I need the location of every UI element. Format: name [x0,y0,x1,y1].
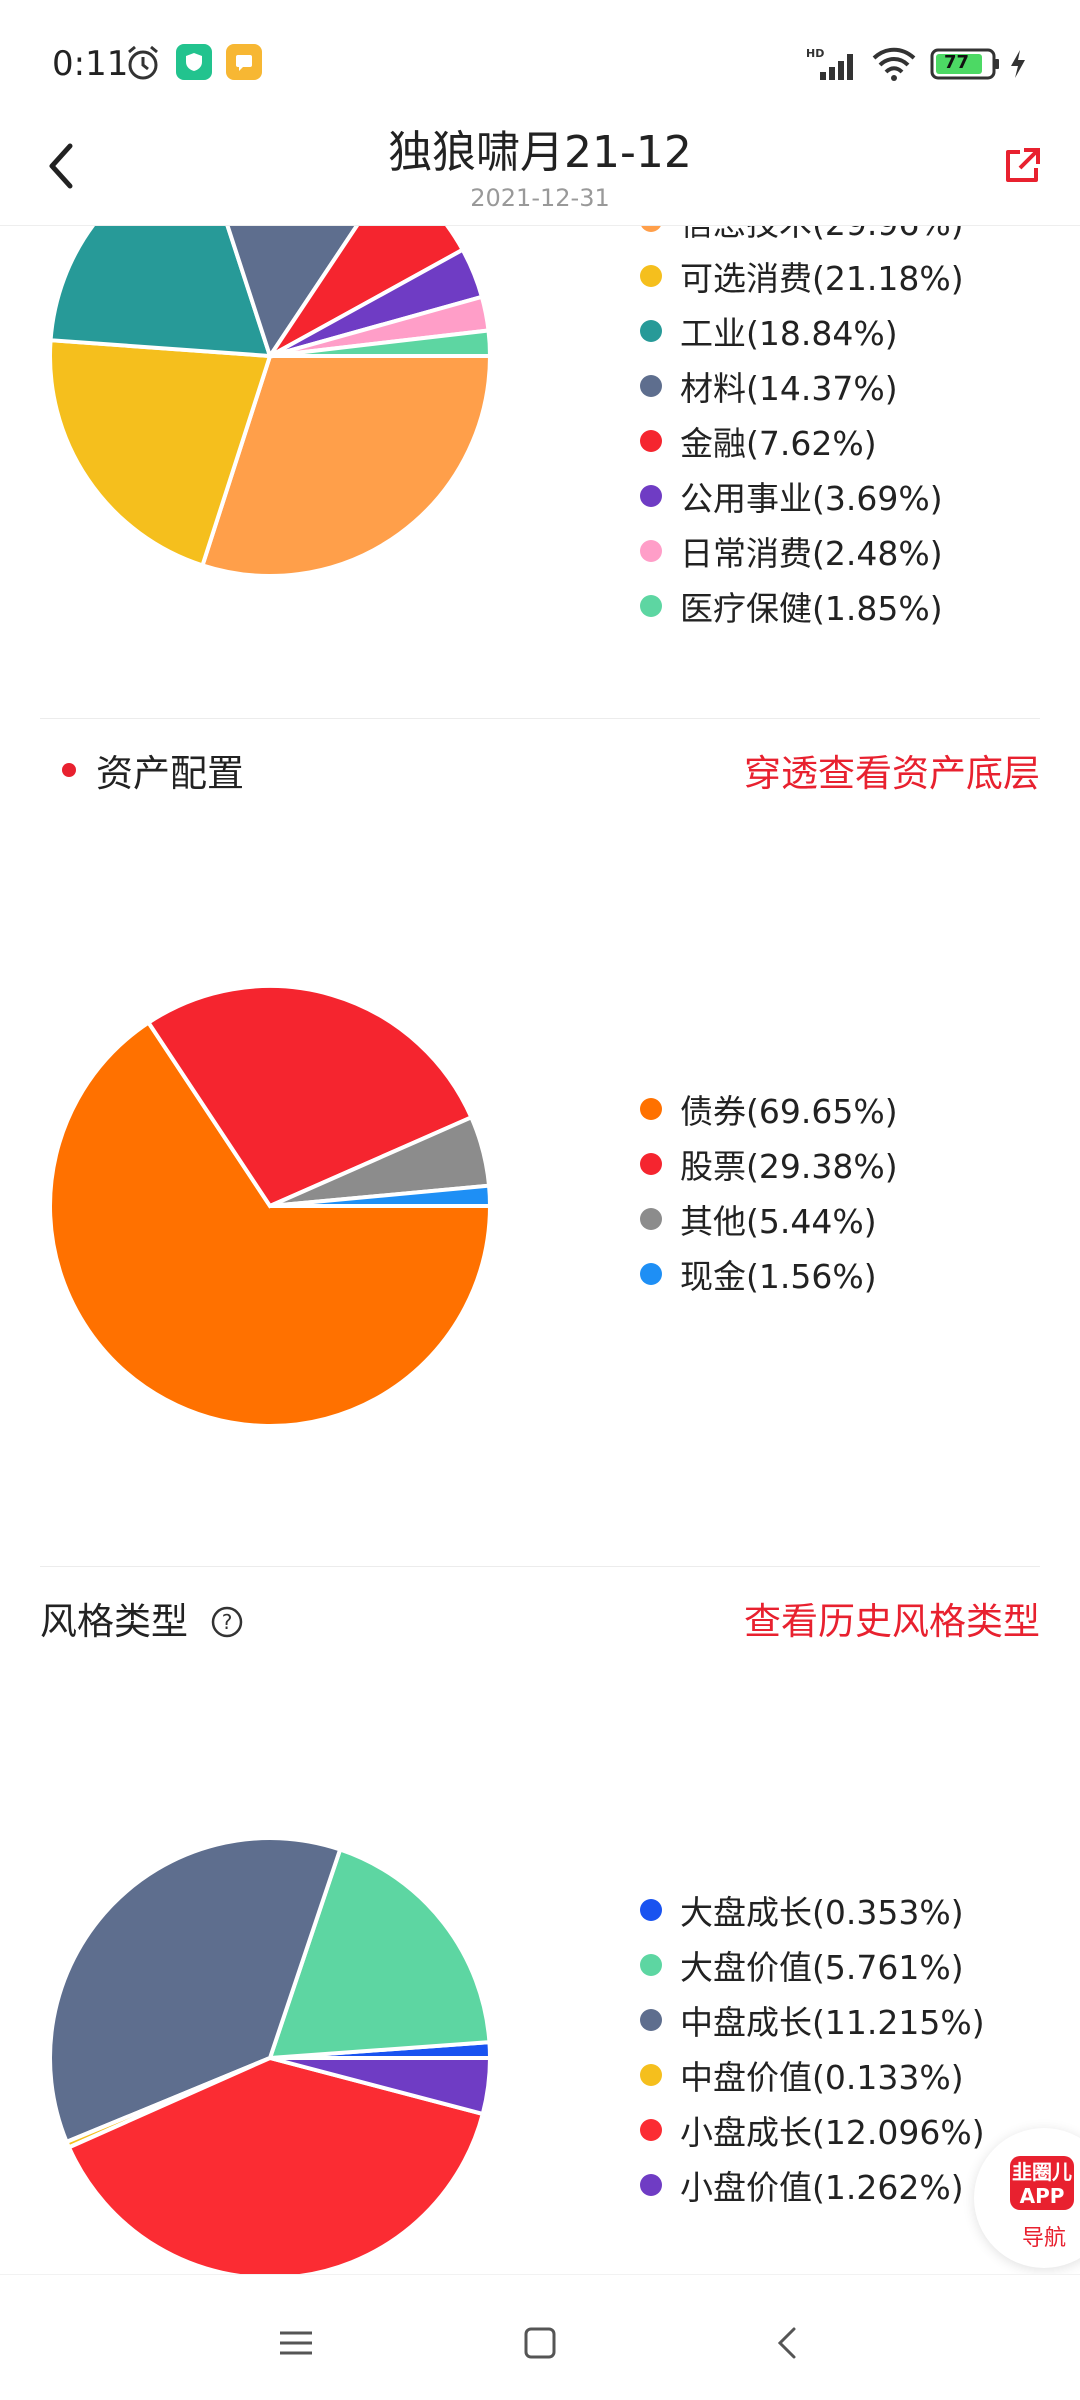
legend-item: 材料(14.37%) [640,358,964,413]
page-title: 独狼啸月21-12 [388,127,692,178]
legend-swatch [640,1262,662,1285]
legend-swatch [640,2008,662,2031]
legend-swatch [640,1898,662,1921]
legend-item: 股票(29.38%) [640,1136,898,1191]
legend-item: 金融(7.62%) [640,413,964,468]
app-badge: 韭圈儿 APP [1010,2156,1074,2210]
industry-section: 信息技术(29.96%) 可选消费(21.18%) 工业(18.84%) 材料(14.… [0,226,1080,718]
alarm-icon [124,44,162,86]
legend-item: 大盘价值(5.761%) [640,1937,985,1992]
legend-label: 工业(18.84%) [680,313,898,353]
legend-label: 现金(1.56%) [680,1256,877,1296]
legend-swatch [640,374,662,397]
legend-label: 大盘成长(0.353%) [680,1892,964,1932]
status-bar: 0:11 HD 77 [0,0,1080,120]
hd-signal-icon: HD [806,46,862,86]
legend-label: 小盘成长(12.096%) [680,2112,985,2152]
legend-item: 中盘价值(0.133%) [640,2047,985,2102]
legend-item: 中盘成长(11.215%) [640,1992,985,2047]
help-icon[interactable]: ? [210,1605,244,1639]
legend-item: 医疗保健(1.85%) [640,578,964,633]
section-bullet [62,763,76,777]
svg-text:HD: HD [806,47,824,60]
legend-swatch [640,319,662,342]
header: 独狼啸月21-12 2021-12-31 [0,108,1080,226]
legend-item: 小盘成长(12.096%) [640,2102,985,2157]
legend-item: 信息技术(29.96%) [640,226,964,248]
status-time: 0:11 [52,44,129,84]
asset-allocation-pie-chart [48,984,493,1428]
legend-swatch [640,226,662,232]
legend-swatch [640,264,662,287]
help-glyph: ? [222,1610,233,1634]
legend-label: 小盘价值(1.262%) [680,2167,964,2207]
legend-label: 债券(69.65%) [680,1091,898,1131]
legend-label: 公用事业(3.69%) [680,478,943,518]
menu-icon [280,2331,312,2355]
share-icon [1006,148,1040,182]
style-type-pie-chart [48,1836,493,2274]
wifi-icon [870,46,918,86]
system-nav-bar [0,2274,1080,2400]
report-date: 2021-12-31 [470,184,610,212]
legend-label: 可选消费(21.18%) [680,258,964,298]
floating-nav-label: 导航 [1021,2226,1066,2251]
back-nav-button[interactable] [758,2313,818,2373]
home-button[interactable] [510,2313,570,2373]
legend-item: 小盘价值(1.262%) [640,2157,985,2212]
legend-item: 工业(18.84%) [640,303,964,358]
legend-swatch [640,2173,662,2196]
share-button[interactable] [1000,144,1044,188]
asset-breakdown-link[interactable]: 穿透查看资产底层 [744,743,1040,797]
legend-item: 大盘成长(0.353%) [640,1882,985,1937]
legend-item: 现金(1.56%) [640,1246,898,1301]
back-icon [777,2327,796,2359]
charging-icon [1008,48,1028,84]
legend-swatch [640,539,662,562]
legend-item: 公用事业(3.69%) [640,468,964,523]
battery-icon: 77 [930,48,1002,80]
legend-swatch [640,594,662,617]
industry-legend: 信息技术(29.96%) 可选消费(21.18%) 工业(18.84%) 材料(14.… [640,226,964,633]
legend-swatch [640,1207,662,1230]
menu-button[interactable] [266,2313,326,2373]
legend-label: 信息技术(29.96%) [680,226,964,245]
legend-item: 其他(5.44%) [640,1191,898,1246]
style-type-title: 风格类型 [40,1600,188,1643]
legend-swatch [640,429,662,452]
legend-swatch [640,1097,662,1120]
legend-label: 中盘成长(11.215%) [680,2002,985,2042]
legend-label: 日常消费(2.48%) [680,533,943,573]
industry-pie-chart [48,226,493,578]
legend-swatch [640,2118,662,2141]
security-app-icon [176,44,212,80]
style-history-link[interactable]: 查看历史风格类型 [744,1591,1040,1645]
legend-item: 可选消费(21.18%) [640,248,964,303]
legend-swatch [640,2063,662,2086]
style-type-legend: 大盘成长(0.353%) 大盘价值(5.761%) 中盘成长(11.215%) 中盘价… [640,1882,985,2212]
legend-swatch [640,484,662,507]
message-app-icon [226,44,262,80]
legend-label: 材料(14.37%) [680,368,898,408]
legend-label: 中盘价值(0.133%) [680,2057,964,2097]
legend-label: 其他(5.44%) [680,1201,877,1241]
legend-label: 大盘价值(5.761%) [680,1947,964,1987]
home-icon [524,2327,556,2359]
asset-allocation-title: 资产配置 [96,752,244,795]
legend-label: 股票(29.38%) [680,1146,898,1186]
legend-label: 金融(7.62%) [680,423,877,463]
legend-item: 债券(69.65%) [640,1081,898,1136]
legend-label: 医疗保健(1.85%) [680,588,943,628]
content-area[interactable]: 信息技术(29.96%) 可选消费(21.18%) 工业(18.84%) 材料(14.… [0,226,1080,2274]
battery-level: 77 [944,52,970,73]
asset-allocation-legend: 债券(69.65%) 股票(29.38%) 其他(5.44%) 现金(1.56%) [640,1081,898,1301]
legend-swatch [640,1152,662,1175]
legend-item: 日常消费(2.48%) [640,523,964,578]
legend-swatch [640,1953,662,1976]
